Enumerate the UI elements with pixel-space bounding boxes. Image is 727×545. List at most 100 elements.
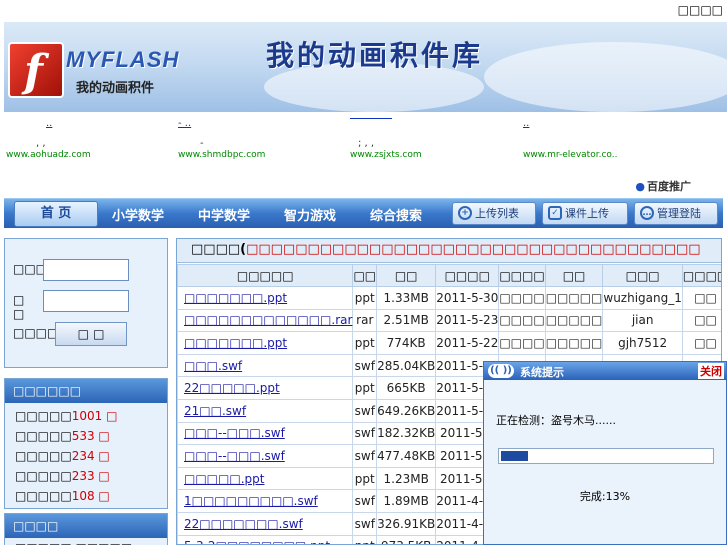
file-name-cell[interactable]: □□□□□□□□□□□□□.rar [177,308,354,333]
stat-suffix: □ [94,429,110,443]
file-type-cell: ppt [352,534,378,544]
nav-item-secondary-math[interactable]: 中学数学 [198,205,250,224]
logo-name: MYFLASH [66,47,180,72]
grade-cell: □□□□□ [544,308,604,333]
file-type-cell: ppt [352,466,378,491]
file-name-cell[interactable]: □□□□□□□.ppt [177,286,354,310]
baidu-promo[interactable]: ● 百度推广 [635,178,691,194]
ad-item[interactable]: .. www.mr-elevator.co.. [523,116,693,164]
baidu-label: 百度推广 [647,180,691,193]
nav-item-puzzle-games[interactable]: 智力游戏 [284,205,336,224]
file-list-header-prefix: □□□□( [191,242,247,257]
file-size-cell: 477.48KB [376,444,437,468]
ad-title[interactable]: .. [46,118,52,129]
login-box: □□□□ □ □ □□□□□ □ □ [4,238,168,368]
file-name-cell[interactable]: □□□□□□□.ppt [177,331,354,355]
file-name-cell[interactable]: □□□□□.ppt [177,466,354,491]
file-type-cell: ppt [352,376,378,400]
status-cell: □□ [681,308,721,333]
ad-item[interactable]: - .. - www.shmdbpc.com [178,116,348,164]
ad-title[interactable] [350,118,392,119]
file-type-cell: swf [352,421,378,446]
top-bar: □□□□ [0,0,727,22]
file-type-cell: swf [352,398,378,423]
file-name-cell[interactable]: □□□--□□□.swf [177,421,354,446]
file-type-cell: swf [352,444,378,468]
stat-suffix: □ [94,489,110,503]
category-cell: □□□□ [498,331,546,355]
ad-desc: ; , , [358,138,375,149]
column-header[interactable]: □□□□ [498,264,546,287]
ad-url[interactable]: www.mr-elevator.co.. [523,150,617,160]
upload-courseware-button[interactable]: ✓ 课件上传 [542,202,628,225]
file-name-cell[interactable]: 1□□□□□□□□□.swf [177,489,354,513]
column-header[interactable]: □□ [376,264,437,287]
alert-icon: (( )) [488,364,514,378]
ad-title[interactable]: .. [523,118,529,129]
file-list-header: □□□□(□□□□□□□□□□□□□□□□□□□□□□□□□□□□□□□□□□□… [177,239,721,263]
login-button[interactable]: □ □ [55,322,127,346]
file-name-cell[interactable]: □□□.swf [177,353,354,378]
grade-cell: □□□□□ [544,331,604,355]
file-name-cell[interactable]: 21□□.swf [177,398,354,423]
password-input[interactable] [43,290,129,312]
uploader-cell: jian [602,308,683,333]
status-cell: □□ [681,286,721,310]
column-header[interactable]: □□ [352,264,378,287]
file-size-cell: 182.32KB [376,421,437,446]
info-line: □□□□□ □□□□□ [15,541,132,545]
file-name-cell[interactable]: □□□--□□□.swf [177,444,354,468]
column-header[interactable]: □□□□□ [177,264,354,287]
ad-url[interactable]: www.aohuadz.com [6,150,91,160]
logo-subtitle: 我的动画积件 [76,81,155,96]
admin-login-button[interactable]: … 管理登陆 [634,202,718,225]
column-header[interactable]: □□□□ [681,264,721,287]
file-name-cell[interactable]: 5-3-2□□□□□□□□.ppt [177,534,354,544]
paw-icon: ● [635,180,645,193]
dialog-titlebar[interactable]: (( )) 系统提示 关闭 [484,362,726,380]
stat-count: 533 [71,429,95,443]
nav-item-search[interactable]: 综合搜索 [370,205,422,224]
ad-url[interactable]: www.zsjxts.com [350,150,422,160]
ad-item[interactable]: .. , , www.aohuadz.com [6,116,176,164]
check-icon: ✓ [548,206,562,220]
file-size-cell: 665KB [376,376,437,400]
dialog-message: 正在检测：盗号木马...... [496,414,616,427]
file-list-header-notice: □□□□□□□□□□□□□□□□□□□□□□□□□□□□□□□□□□□□□ [246,242,701,257]
stat-count: 233 [71,469,95,483]
stat-row: □□□□□533 □ [15,429,110,443]
ad-url[interactable]: www.shmdbpc.com [178,150,265,160]
ad-item[interactable]: ; , , www.zsjxts.com [350,116,520,164]
upload-date-cell: 2011-5-30 [435,286,500,310]
file-size-cell: 973.5KB [376,534,437,544]
file-name-cell[interactable]: 22□□□□□.ppt [177,376,354,400]
file-size-cell: 1.89MB [376,489,437,513]
stat-label: □□□□□ [15,469,72,483]
nav-home-button[interactable]: 首 页 [14,201,98,227]
status-cell: □□ [681,331,721,355]
scan-status: 完成:13% [579,490,631,503]
column-header[interactable]: □□□ [602,264,683,287]
site-banner: f MYFLASH 我的动画积件 我的动画积件库 [4,22,727,112]
file-type-cell: swf [352,489,378,513]
category-cell: □□□□ [498,308,546,333]
upload-list-button[interactable]: + 上传列表 [452,202,536,225]
file-size-cell: 1.33MB [376,286,437,310]
uploader-cell: gjh7512 [602,331,683,355]
file-name-cell[interactable]: 22□□□□□□□.swf [177,511,354,536]
column-header[interactable]: □□□□ [435,264,500,287]
stat-label: □□□□□ [15,489,72,503]
info-title: □□□□ [5,514,167,538]
stats-title: □□□□□□ [5,379,167,403]
nav-item-primary-math[interactable]: 小学数学 [112,205,164,224]
uploader-cell: wuzhigang_1 [602,286,683,310]
admin-login-label: 管理登陆 [657,207,701,220]
column-header[interactable]: □□ [544,264,604,287]
file-size-cell: 2.51MB [376,308,437,333]
flash-logo-icon: f [8,42,64,98]
banner-cloud [484,42,727,112]
username-input[interactable] [43,259,129,281]
top-link[interactable]: □□□□ [678,3,723,17]
ad-title[interactable]: - .. [178,118,191,129]
dialog-close-button[interactable]: 关闭 [698,363,724,379]
